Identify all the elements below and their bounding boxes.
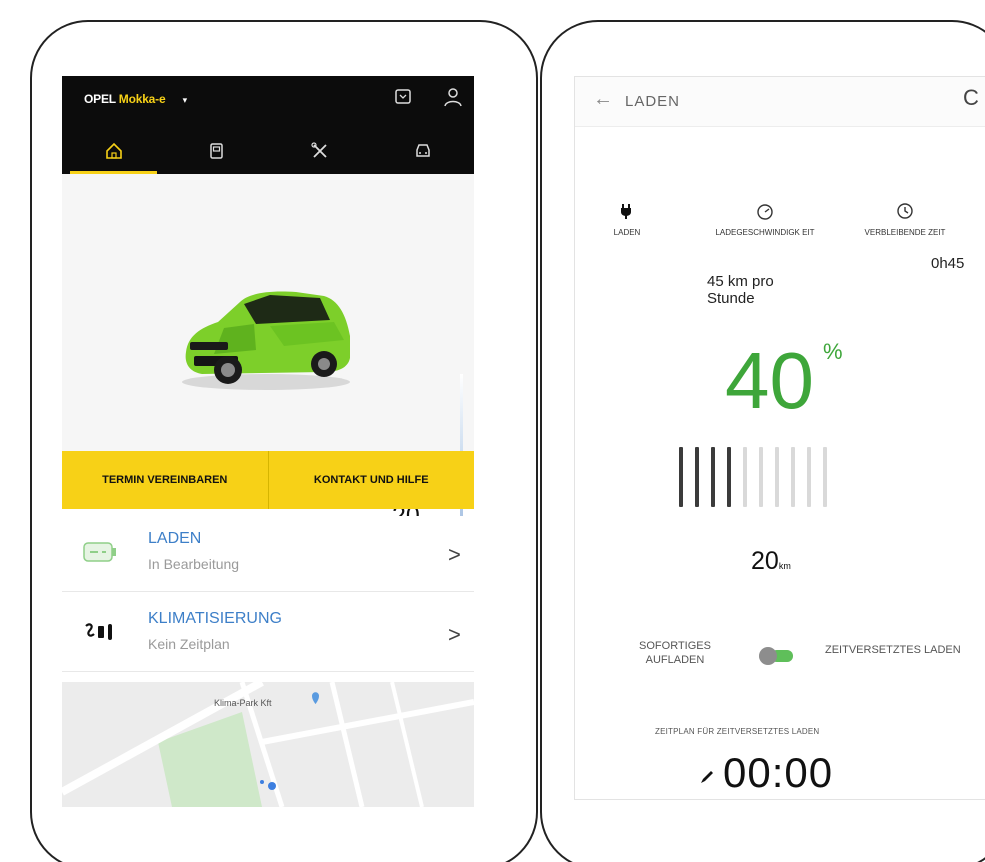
appointment-button[interactable]: TERMIN VEREINBAREN xyxy=(62,451,268,509)
charge-level-gauge xyxy=(679,447,827,507)
chevron-right-icon: > xyxy=(448,622,461,647)
message-icon[interactable] xyxy=(392,86,414,108)
fuel-station-icon xyxy=(207,141,227,166)
stage: OPEL Mokka-e ▾ TERMIN VEREINBAREN KONTAK… xyxy=(0,0,985,862)
range-unit: km xyxy=(778,561,791,571)
page-title: LADEN xyxy=(625,93,681,110)
row-title: LADEN xyxy=(148,530,202,547)
cta-bar: TERMIN VEREINBAREN KONTAKT UND HILFE xyxy=(62,451,474,509)
vehicle-image xyxy=(182,291,350,390)
chevron-down-icon: ▾ xyxy=(182,95,188,105)
stat-label: VERBLEIBENDE ZEIT xyxy=(864,228,946,237)
row-subtitle: Kein Zeitplan xyxy=(148,636,230,652)
stat-remaining-time: VERBLEIBENDE ZEIT xyxy=(815,202,985,238)
toggle-knob xyxy=(759,647,777,665)
car-icon xyxy=(413,141,433,166)
user-icon[interactable] xyxy=(442,86,464,108)
gauge-bar-empty xyxy=(775,447,779,507)
range-value: 20 xyxy=(751,547,779,575)
vehicle-hero: 20km xyxy=(62,174,474,530)
brand-make: OPEL xyxy=(84,92,116,106)
gauge-bar-empty xyxy=(791,447,795,507)
row-subtitle: In Bearbeitung xyxy=(148,556,240,572)
map-place-label: Klima-Park Kft xyxy=(214,698,272,708)
plug-icon xyxy=(618,204,636,222)
charge-percent-value: 40 xyxy=(725,336,814,425)
gauge-bar-filled xyxy=(679,447,683,507)
stat-charging: LADEN xyxy=(597,202,657,238)
charging-screen: ← LADEN C LADEN LADEGESCHWINDIGK EIT VER… xyxy=(574,76,985,800)
percent-sign: % xyxy=(823,339,843,364)
battery-charge-icon xyxy=(80,538,120,571)
home-icon xyxy=(104,141,124,166)
gauge-bar-empty xyxy=(759,447,763,507)
list-item-charging[interactable]: LADEN In Bearbeitung > xyxy=(62,516,474,592)
charge-mode-toggle[interactable] xyxy=(759,647,801,665)
back-arrow-icon[interactable]: ← xyxy=(593,88,613,111)
immediate-charge-label: SOFORTIGES AUFLADEN xyxy=(639,640,711,666)
contact-help-button[interactable]: KONTAKT UND HILFE xyxy=(267,451,475,509)
vehicle-selector[interactable]: OPEL Mokka-e ▾ xyxy=(84,92,187,106)
charge-speed-value: 45 km pro Stunde xyxy=(707,273,774,307)
climate-fan-icon xyxy=(80,618,120,651)
tab-energy[interactable] xyxy=(165,132,268,174)
list-item-climate[interactable]: KLIMATISIERUNG Kein Zeitplan > xyxy=(62,596,474,672)
stat-label: LADEN xyxy=(613,228,641,237)
edit-pencil-icon[interactable] xyxy=(699,769,715,790)
delayed-charge-label: ZEITVERSETZTES LADEN xyxy=(825,644,961,656)
stat-label: LADEGESCHWINDIGK EIT xyxy=(715,228,815,237)
stat-charge-speed: LADEGESCHWINDIGK EIT xyxy=(705,202,825,238)
gauge-bar-empty xyxy=(743,447,747,507)
tools-icon xyxy=(310,141,330,166)
tab-maintenance[interactable] xyxy=(268,132,371,174)
vehicle-home-screen: OPEL Mokka-e ▾ TERMIN VEREINBAREN KONTAK… xyxy=(62,76,474,807)
gauge-bar-filled xyxy=(727,447,731,507)
clock-icon xyxy=(896,203,914,222)
app-bar: OPEL Mokka-e ▾ xyxy=(62,76,474,174)
speedometer-icon xyxy=(756,204,774,222)
refresh-icon[interactable]: C xyxy=(963,85,979,111)
main-nav xyxy=(62,132,474,174)
remaining-time-value: 0h45 xyxy=(931,255,965,272)
gauge-bar-filled xyxy=(711,447,715,507)
chevron-right-icon: > xyxy=(448,542,461,567)
charging-header: ← LADEN C xyxy=(575,77,985,127)
schedule-label: ZEITPLAN FÜR ZEITVERSETZTES LADEN xyxy=(655,727,820,736)
map-preview[interactable]: Klima-Park Kft xyxy=(62,682,474,807)
tab-vehicle[interactable] xyxy=(371,132,474,174)
schedule-time[interactable]: 00:00 xyxy=(723,749,833,797)
gauge-bar-filled xyxy=(695,447,699,507)
tab-home[interactable] xyxy=(62,132,165,174)
range-readout: 20km xyxy=(751,547,791,576)
row-title: KLIMATISIERUNG xyxy=(148,610,282,627)
gauge-bar-empty xyxy=(807,447,811,507)
gauge-bar-empty xyxy=(823,447,827,507)
brand-model: Mokka-e xyxy=(118,92,166,106)
charge-percent: 40 % xyxy=(725,339,843,421)
